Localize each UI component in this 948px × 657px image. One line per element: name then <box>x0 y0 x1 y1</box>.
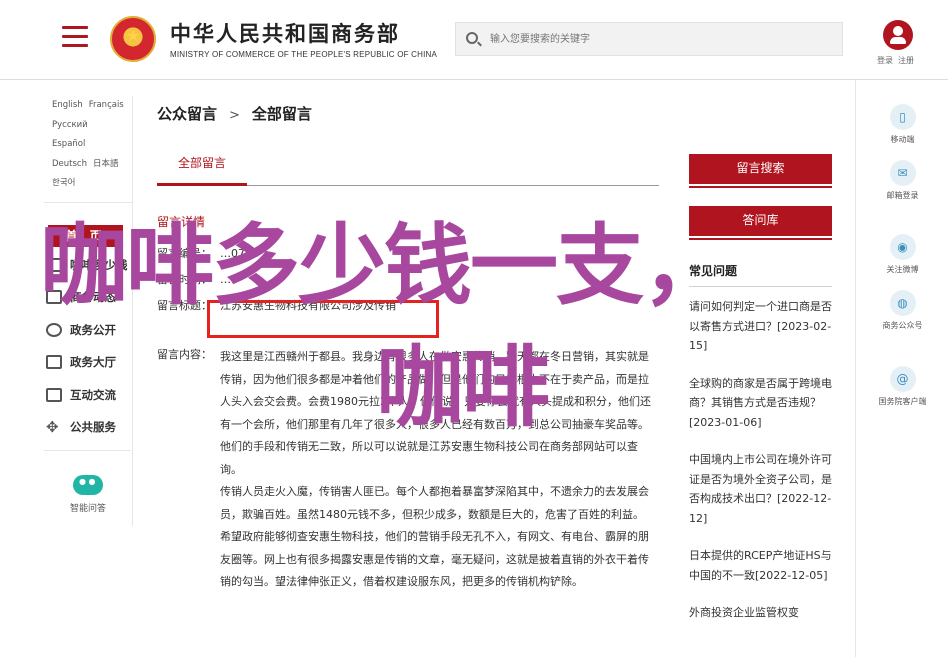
lang-japanese[interactable]: 日本語 <box>93 155 119 175</box>
quick-link-weibo[interactable]: ◉ 关注微博 <box>856 234 948 275</box>
info-icon <box>46 322 62 337</box>
site-header: 中华人民共和国商务部 MINISTRY OF COMMERCE OF THE P… <box>0 0 948 80</box>
faq-item[interactable]: 请问如何判定一个进口商是否以寄售方式进口？[2023-02-15] <box>689 297 834 356</box>
chat-icon <box>46 387 62 402</box>
national-emblem-logo[interactable] <box>110 16 156 62</box>
search-input[interactable] <box>490 23 830 55</box>
user-icon[interactable] <box>883 20 913 50</box>
content-paragraph: 传销人员走火入魔，传销害人匪已。每个人都抱着暴富梦深陷其中，不遗余力的去发展会员… <box>220 485 649 521</box>
sidebar-item-label: 互动交流 <box>70 387 116 402</box>
home-button[interactable]: 首 页 <box>48 224 123 247</box>
lang-french[interactable]: Français <box>89 96 124 116</box>
lang-german[interactable]: Deutsch <box>52 155 87 175</box>
sidebar-item-news[interactable]: 商务动态 <box>46 281 132 314</box>
breadcrumb-parent[interactable]: 公众留言 <box>157 105 217 123</box>
detail-value: …07 <box>220 246 245 260</box>
sidebar-item-public-service[interactable]: ✥ 公共服务 <box>46 411 132 444</box>
faq-item[interactable]: 全球购的商家是否属于跨境电商？其销售方式是否违规？[2023-01-06] <box>689 374 834 433</box>
quick-link-label: 关注微博 <box>886 265 919 274</box>
document-icon <box>46 257 62 272</box>
detail-heading: 留言详情 <box>157 215 206 229</box>
sidebar-item-gov-info[interactable]: 政务公开 <box>46 314 132 347</box>
sidebar-item-label: 商务动态 <box>70 290 116 305</box>
detail-label: 留言时间： <box>157 273 212 286</box>
language-links: English Français РусскийEspañol Deutsch 日本… <box>44 96 132 194</box>
mobile-icon: ▯ <box>889 104 916 130</box>
message-search-button[interactable]: 留言搜索 <box>689 154 832 188</box>
smart-qa-label: 智能问答 <box>69 503 106 514</box>
quick-link-mobile[interactable]: ▯ 移动端 <box>856 104 948 145</box>
detail-value: … <box>220 272 231 286</box>
lang-spanish[interactable]: Español <box>52 135 85 155</box>
news-icon <box>46 290 62 305</box>
mail-icon: ✉ <box>889 160 916 186</box>
service-icon: ✥ <box>46 418 59 437</box>
site-subtitle: MINISTRY OF COMMERCE OF THE PEOPLE'S REP… <box>170 50 438 59</box>
content-paragraph: 我这里是江西赣州于都县。我身边有很多人在做安惠传销，整天都在冬日营销，其实就是传… <box>220 350 651 476</box>
detail-row: 留言编号： …07 <box>157 240 659 266</box>
search-box[interactable] <box>455 22 843 56</box>
detail-label: 留言标题： <box>157 299 212 312</box>
chevron-right-icon: > <box>229 108 240 123</box>
sidebar-item-label: 咖啡多少钱 <box>70 257 128 272</box>
sidebar-item-label: 政务大厅 <box>70 355 116 370</box>
site-title[interactable]: 中华人民共和国商务部 <box>170 18 400 48</box>
quick-link-wechat[interactable]: ◍ 商务公众号 <box>856 290 948 331</box>
lang-russian[interactable]: Русский <box>52 116 88 136</box>
quick-links: ▯ 移动端 ✉ 邮箱登录 ◉ 关注微博 ◍ 商务公众号 @ 国务院客户端 <box>855 80 948 657</box>
login-link[interactable]: 登录 <box>877 56 893 65</box>
search-icon[interactable] <box>466 32 478 44</box>
sidebar-item-gov-hall[interactable]: 政务大厅 <box>46 346 132 379</box>
weibo-icon: ◉ <box>889 234 916 260</box>
breadcrumb: 公众留言 > 全部留言 <box>157 103 312 124</box>
quick-link-label: 移动端 <box>890 135 915 144</box>
detail-label: 留言编号： <box>157 247 212 260</box>
sidebar-nav: 咖啡多少钱 商务动态 政务公开 政务大厅 互动交流 ✥ 公共服务 <box>44 249 132 444</box>
faq-title: 常见问题 <box>689 264 738 278</box>
register-link[interactable]: 注册 <box>898 56 914 65</box>
quick-link-label: 国务院客户端 <box>878 397 927 406</box>
sidebar-item-0[interactable]: 咖啡多少钱 <box>46 249 132 282</box>
at-icon: @ <box>889 366 916 392</box>
quick-link-app[interactable]: @ 国务院客户端 <box>856 366 948 407</box>
lang-korean[interactable]: 한국어 <box>52 174 75 194</box>
sidebar-item-interaction[interactable]: 互动交流 <box>46 379 132 412</box>
faq-list: 请问如何判定一个进口商是否以寄售方式进口？[2023-02-15] 全球购的商家… <box>689 297 834 641</box>
left-sidebar: English Français РусскийEspañol Deutsch 日本… <box>44 96 133 526</box>
content-paragraph: 希望政府能够彻查安惠生物科技，他们的营销手段无孔不入，有网文、有电台、霸屏的朋友… <box>220 530 649 588</box>
tab-all-messages[interactable]: 全部留言 <box>157 150 247 186</box>
faq-item[interactable]: 中国境内上市公司在境外许可证是否为境外全资子公司，是否构成技术出口？[2022-… <box>689 450 834 528</box>
detail-meta: 留言编号： …07 留言时间： … 留言标题： 江苏安惠生物科技有限公司涉及传销 <box>157 240 659 318</box>
faq-item[interactable]: 日本提供的RCEP产地证HS与中国的不一致[2022-12-05] <box>689 546 834 585</box>
breadcrumb-current: 全部留言 <box>251 105 312 123</box>
sidebar-item-label: 政务公开 <box>70 322 116 337</box>
divider <box>44 449 131 451</box>
robot-icon <box>73 474 103 495</box>
quick-link-label: 邮箱登录 <box>886 191 919 200</box>
content-label: 留言内容： <box>157 348 212 361</box>
content-body: 我这里是江西赣州于都县。我身边有很多人在做安惠传销，整天都在冬日营销，其实就是传… <box>220 346 656 594</box>
divider <box>689 286 832 287</box>
wechat-icon: ◍ <box>889 290 916 316</box>
tab-bar: 全部留言 <box>157 150 659 186</box>
hall-icon <box>46 355 62 370</box>
divider <box>44 201 133 203</box>
qa-library-button[interactable]: 答问库 <box>689 206 832 240</box>
faq-item[interactable]: 外商投资企业监管权变 <box>689 603 834 623</box>
sidebar-item-label: 公共服务 <box>70 420 116 435</box>
detail-value: 江苏安惠生物科技有限公司涉及传销 <box>220 299 396 312</box>
lang-english[interactable]: English <box>52 96 83 116</box>
menu-icon[interactable] <box>62 26 88 48</box>
smart-qa-button[interactable]: 智能问答 <box>44 474 132 514</box>
detail-row: 留言时间： … <box>157 266 659 292</box>
detail-row: 留言标题： 江苏安惠生物科技有限公司涉及传销 <box>157 292 659 318</box>
quick-link-mail[interactable]: ✉ 邮箱登录 <box>856 160 948 201</box>
quick-link-label: 商务公众号 <box>882 321 923 330</box>
user-links: 登录 注册 <box>877 55 919 66</box>
